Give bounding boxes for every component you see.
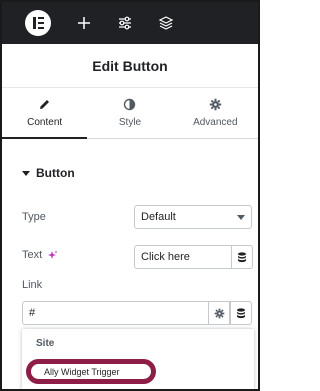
sliders-icon: [119, 16, 131, 30]
tab-advanced-label: Advanced: [193, 117, 238, 128]
text-input[interactable]: Click here: [134, 245, 231, 269]
text-input-value: Click here: [141, 251, 190, 263]
link-label: Link: [22, 279, 43, 291]
database-icon: [237, 307, 245, 318]
chevron-down-icon: [237, 215, 245, 220]
plus-icon: [78, 17, 90, 29]
dropdown-item-label: Ally Widget Trigger: [44, 366, 120, 377]
text-label: Text: [22, 249, 43, 261]
database-icon: [238, 251, 246, 262]
link-dynamic-tags-button[interactable]: [230, 301, 252, 325]
tab-style-label: Style: [118, 117, 142, 128]
ai-sparkle-icon[interactable]: [47, 250, 58, 261]
tab-content[interactable]: Content: [2, 88, 88, 139]
type-select[interactable]: Default: [134, 205, 252, 229]
tab-style[interactable]: Style: [87, 88, 173, 139]
section-title: Button: [36, 166, 75, 180]
pencil-icon: [40, 99, 50, 109]
dynamic-tags-button[interactable]: [231, 245, 253, 269]
elementor-logo-icon: [25, 10, 51, 36]
gear-icon: [209, 98, 222, 111]
link-input[interactable]: #: [22, 301, 208, 325]
type-select-value: Default: [141, 211, 176, 223]
half-circle-icon: [124, 98, 136, 111]
site-settings-button[interactable]: [105, 2, 145, 44]
dropdown-item-ally-widget-trigger[interactable]: Ally Widget Trigger: [26, 359, 156, 384]
structure-button[interactable]: [146, 2, 186, 44]
link-options-button[interactable]: [208, 301, 230, 325]
gear-icon: [214, 308, 224, 318]
type-label: Type: [22, 211, 46, 223]
layers-icon: [158, 16, 174, 30]
tab-content-label: Content: [27, 116, 63, 128]
top-bar: [2, 2, 258, 44]
page-title: Edit Button: [92, 57, 168, 74]
caret-down-icon: [22, 170, 30, 176]
text-label-row: Text: [22, 249, 58, 261]
add-element-button[interactable]: [64, 2, 104, 44]
tab-bar: Content Style Advanced: [2, 88, 258, 139]
dropdown-group-label: Site: [36, 338, 55, 349]
section-toggle[interactable]: Button: [22, 166, 75, 180]
editor-panel: Edit Button Content Style Advanced Butto…: [0, 0, 260, 391]
elementor-logo-button[interactable]: [18, 2, 58, 44]
tab-advanced[interactable]: Advanced: [172, 88, 258, 139]
panel-header: Edit Button: [2, 44, 258, 88]
dynamic-tags-dropdown: Site Ally Widget Trigger: [22, 329, 254, 389]
link-input-value: #: [29, 307, 36, 319]
